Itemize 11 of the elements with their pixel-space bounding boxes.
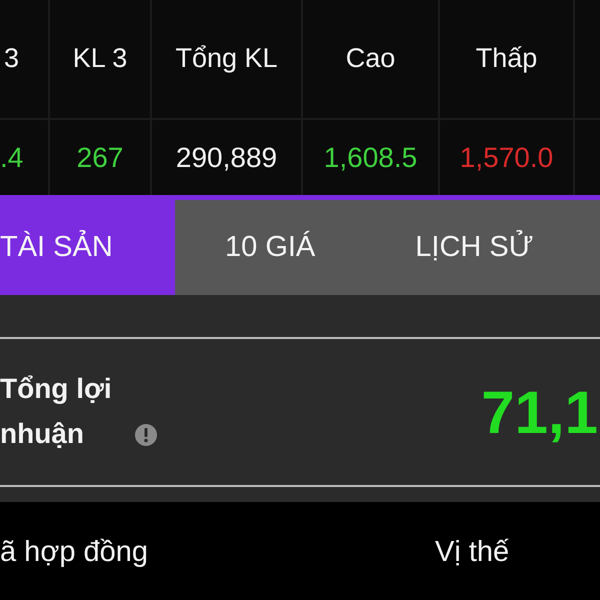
column-header: Vị thế: [435, 536, 510, 568]
column-header: Cao: [303, 0, 440, 120]
column-header: KL 3: [50, 0, 152, 120]
info-icon[interactable]: [134, 422, 158, 447]
column-header: 3: [0, 0, 50, 120]
profit-value: 71,1: [481, 378, 599, 446]
column-header: Tổng KL: [152, 0, 303, 120]
column-header: Thấp: [440, 0, 575, 120]
tab[interactable]: TÀI SẢN: [0, 200, 175, 295]
column-header: ã hợp đồng: [0, 536, 150, 568]
profit-label: Tổng lợi nhuận: [0, 372, 113, 451]
